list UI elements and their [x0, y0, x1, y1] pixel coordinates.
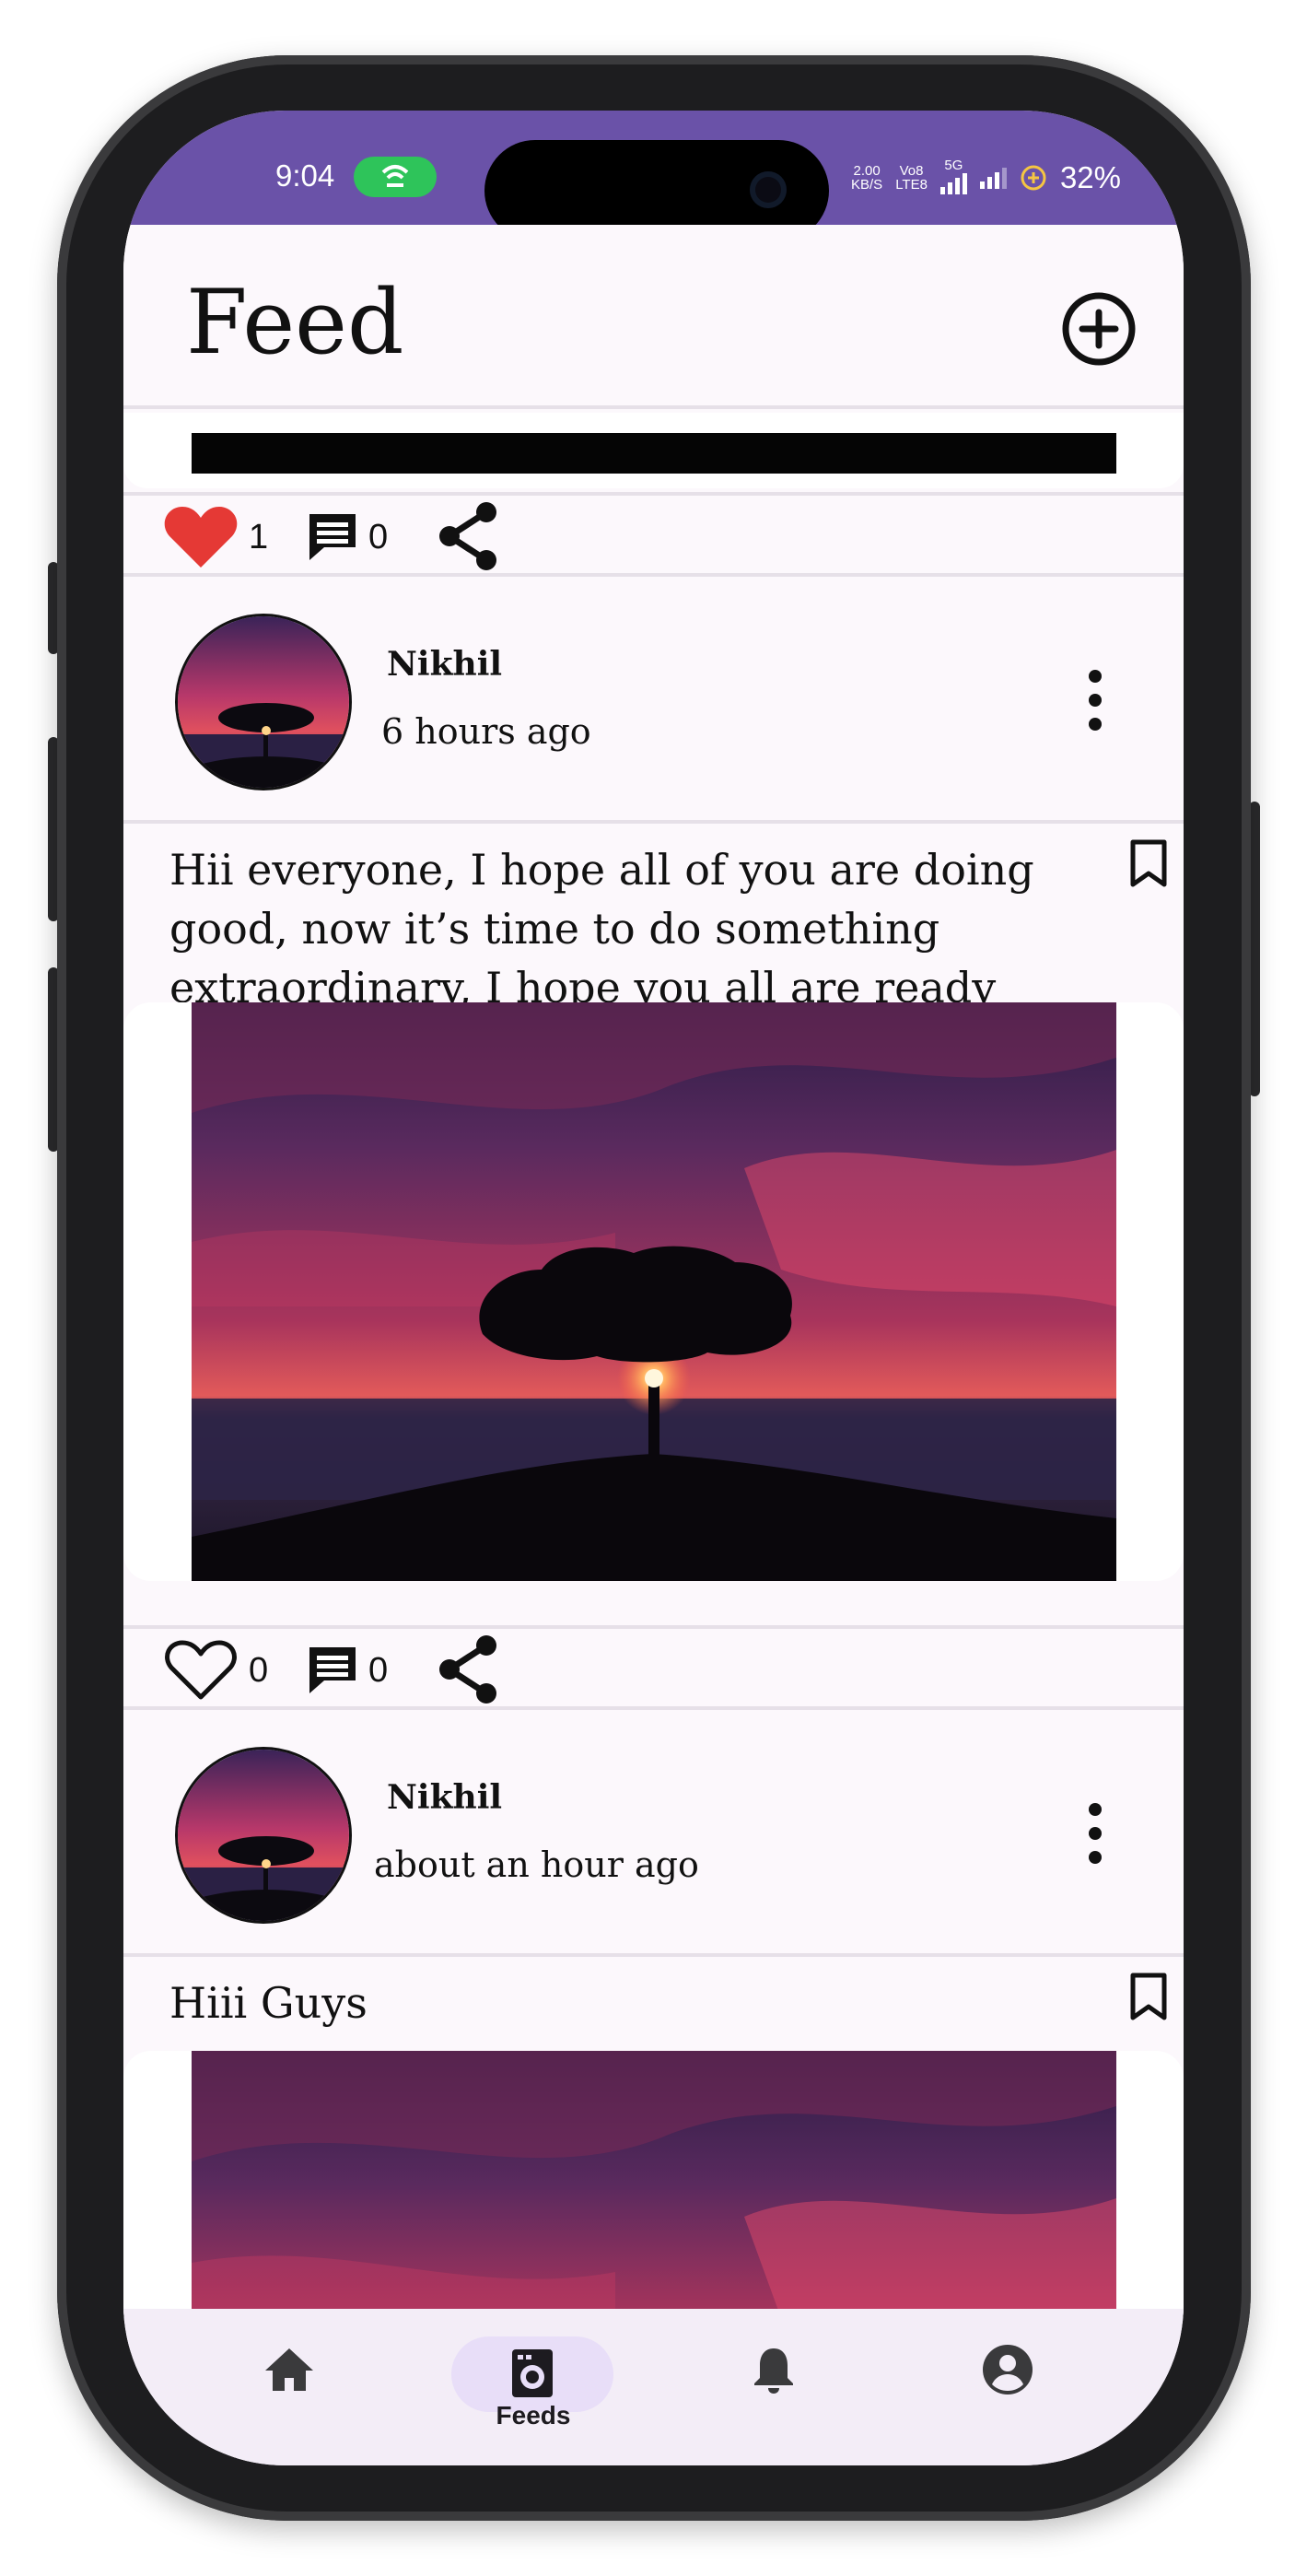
net-speed-unit: KB/S	[851, 177, 883, 193]
app-bar: Feed	[123, 225, 1184, 409]
post-header: Nikhil 6 hours ago	[123, 580, 1184, 824]
nav-profile[interactable]	[980, 2342, 1035, 2397]
post-time: 6 hours ago	[381, 711, 591, 752]
signal-icon	[939, 172, 967, 194]
bell-icon	[754, 2348, 793, 2394]
net-speed: 2.00 KB/S	[851, 164, 882, 192]
heart-outline-icon	[165, 1640, 237, 1700]
like-count: 1	[249, 517, 269, 556]
comment-count: 0	[368, 517, 389, 556]
hotspot-icon	[354, 157, 437, 197]
net-speed-value: 2.00	[853, 163, 881, 179]
bookmark-icon	[1130, 839, 1167, 887]
more-options-button[interactable]	[1081, 663, 1109, 737]
volte-top: Vo8	[899, 163, 924, 179]
post-image-partial	[192, 433, 1116, 474]
status-time: 9:04	[275, 158, 335, 193]
bookmark-button[interactable]	[1127, 838, 1170, 890]
account-icon	[983, 2345, 1033, 2395]
share-action[interactable]	[437, 1634, 501, 1704]
nav-notifications[interactable]	[746, 2342, 801, 2397]
post-author[interactable]: Nikhil	[387, 1778, 502, 1817]
battery-percent: 32%	[1059, 160, 1121, 194]
comment-action[interactable]: 0	[306, 510, 388, 564]
post-text: Hiii Guys	[169, 1978, 368, 2028]
like-count: 0	[249, 1650, 269, 1690]
network-label: 5G	[944, 158, 963, 173]
add-circle-icon	[1062, 292, 1136, 366]
bookmark-icon	[1130, 1973, 1167, 2020]
post-actions: 1 0	[123, 492, 1184, 577]
nav-feeds-label[interactable]: Feeds	[473, 2401, 593, 2430]
status-bar: 9:04 2.00 KB/S Vo8 LTE8 5G 32%	[123, 111, 1184, 241]
comment-count: 0	[368, 1650, 389, 1690]
add-post-button[interactable]	[1059, 289, 1138, 369]
home-icon	[265, 2348, 313, 2391]
post-actions: 0 0	[123, 1625, 1184, 1710]
post-image-card	[123, 1002, 1184, 1581]
more-vert-icon	[1089, 670, 1102, 731]
bottom-navigation: Feeds	[123, 2309, 1184, 2465]
bookmark-button[interactable]	[1127, 1972, 1170, 2023]
status-indicators: 2.00 KB/S Vo8 LTE8 5G 32%	[851, 158, 1121, 197]
post-author[interactable]: Nikhil	[387, 645, 502, 684]
battery-saver-icon	[1021, 165, 1046, 191]
post-image[interactable]	[192, 1002, 1116, 1581]
share-action[interactable]	[437, 501, 501, 571]
post-text: Hii everyone, I hope all of you are doin…	[169, 845, 1034, 1013]
signal-2-icon	[979, 167, 1007, 189]
comment-icon	[309, 514, 356, 560]
comment-action[interactable]: 0	[306, 1644, 388, 1697]
post-image-card-partial	[123, 413, 1184, 488]
heart-filled-icon	[164, 507, 238, 568]
page-title: Feed	[186, 271, 404, 374]
avatar[interactable]	[175, 614, 352, 790]
nav-home[interactable]	[262, 2342, 317, 2397]
post-image-card	[123, 2051, 1184, 2318]
nav-feeds[interactable]	[505, 2346, 560, 2401]
like-action[interactable]: 0	[162, 1638, 268, 1703]
more-vert-icon	[1089, 1803, 1102, 1864]
comment-icon	[309, 1647, 356, 1693]
share-icon	[439, 502, 496, 570]
more-options-button[interactable]	[1081, 1797, 1109, 1870]
post-image[interactable]	[192, 2051, 1116, 2318]
post-header: Nikhil about an hour ago	[123, 1714, 1184, 1957]
avatar[interactable]	[175, 1747, 352, 1924]
front-camera	[750, 171, 787, 208]
like-action[interactable]: 1	[162, 505, 268, 569]
feeds-icon	[512, 2349, 553, 2397]
share-icon	[439, 1635, 496, 1704]
volte-indicator: Vo8 LTE8	[895, 164, 928, 192]
network-type: 5G	[939, 158, 967, 197]
volte-bottom: LTE8	[895, 177, 928, 193]
post-time: about an hour ago	[374, 1844, 699, 1885]
screen: 9:04 2.00 KB/S Vo8 LTE8 5G 32% Feed 1 0 …	[123, 111, 1184, 2465]
